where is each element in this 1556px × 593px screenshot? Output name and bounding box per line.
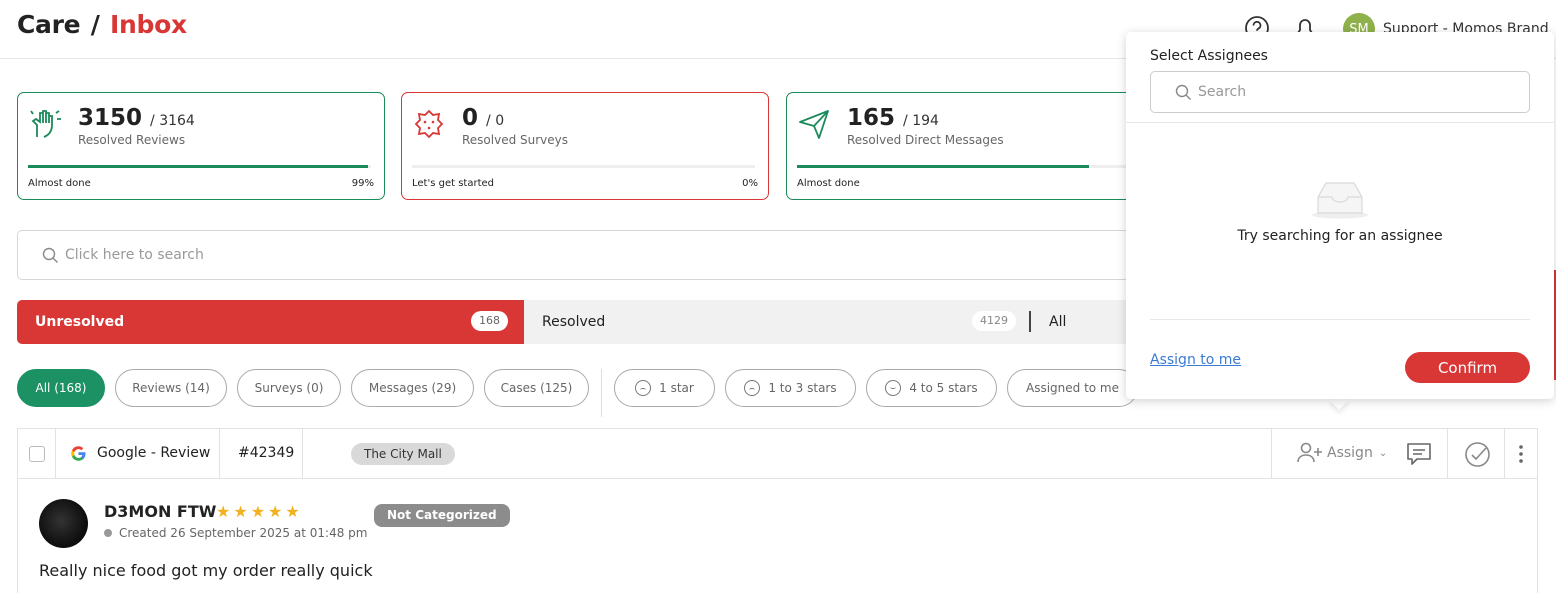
assignee-search-input[interactable]: Search — [1150, 71, 1530, 113]
card-percent: 0% — [742, 178, 758, 189]
select-assignees-popover: Select Assignees Search Try searching fo… — [1126, 32, 1554, 399]
breadcrumb: Care / Inbox — [17, 10, 187, 39]
happy-face-icon — [885, 380, 902, 396]
filter-reviews[interactable]: Reviews (14) — [115, 369, 227, 407]
resolved-reviews-total: / 3164 — [150, 113, 195, 129]
confirm-button[interactable]: Confirm — [1405, 352, 1530, 383]
filter-separator — [601, 369, 602, 417]
category-badge[interactable]: Not Categorized — [374, 504, 510, 527]
tab-resolved-label: Resolved — [542, 314, 606, 330]
cell-divider — [302, 429, 303, 478]
resolved-messages-total: / 194 — [903, 113, 939, 129]
divider — [1150, 319, 1530, 320]
assign-button[interactable]: Assign ⌄ — [1297, 442, 1387, 464]
filter-4-to-5-stars[interactable]: 4 to 5 stars — [866, 369, 997, 407]
breadcrumb-inbox: Inbox — [109, 10, 187, 39]
reviewer-avatar — [39, 499, 88, 548]
filter-1-to-3-stars[interactable]: 1 to 3 stars — [725, 369, 856, 407]
comment-icon[interactable] — [1406, 442, 1432, 466]
resolved-reviews-label: Resolved Reviews — [78, 133, 186, 147]
cell-divider — [1504, 429, 1505, 478]
card-resolved-messages[interactable]: 165 / 194 Resolved Direct Messages Almos… — [786, 92, 1154, 200]
progress-fill — [797, 165, 1089, 168]
progress-track — [412, 165, 755, 168]
filter-all[interactable]: All (168) — [17, 369, 105, 407]
card-percent: 99% — [351, 178, 374, 189]
created-date: Created 26 September 2025 at 01:48 pm — [104, 526, 367, 540]
more-options-icon[interactable] — [1517, 444, 1525, 464]
filter-1-to-3-stars-label: 1 to 3 stars — [768, 381, 837, 395]
assignee-search-placeholder: Search — [1198, 84, 1247, 100]
resolved-reviews-value: 3150 — [78, 105, 143, 131]
tab-resolved[interactable]: Resolved 4129 All — [524, 300, 1144, 344]
cell-divider — [1271, 429, 1272, 478]
card-status: Let's get started — [412, 178, 494, 189]
assign-label: Assign — [1327, 445, 1373, 461]
unresolved-count-badge: 168 — [471, 311, 508, 331]
filter-4-to-5-stars-label: 4 to 5 stars — [909, 381, 978, 395]
resolved-surveys-count: 0 / 0 — [462, 105, 504, 131]
progress-track — [797, 165, 1140, 168]
filter-messages[interactable]: Messages (29) — [351, 369, 474, 407]
breadcrumb-care[interactable]: Care — [17, 10, 81, 39]
filter-cases[interactable]: Cases (125) — [484, 369, 589, 407]
resolved-reviews-count: 3150 / 3164 — [78, 105, 195, 131]
cell-divider — [219, 429, 220, 478]
review-id[interactable]: #42349 — [238, 445, 294, 461]
review-row-header: Google - Review #42349 The City Mall Ass… — [17, 428, 1538, 479]
reviews-hand-icon — [30, 110, 61, 138]
tab-all[interactable]: All — [1049, 314, 1066, 330]
search-bar[interactable]: Click here to search — [17, 230, 1217, 280]
inbox-page: Care / Inbox SM Support - Momos Brand 31… — [0, 0, 1556, 593]
google-icon — [71, 446, 86, 461]
add-user-icon — [1297, 442, 1322, 463]
sad-face-icon — [744, 380, 761, 396]
survey-badge-icon — [414, 109, 444, 139]
sad-face-icon — [635, 380, 652, 396]
empty-inbox-icon — [1312, 182, 1368, 219]
card-status: Almost done — [797, 178, 860, 189]
review-body: D3MON FTW ★★★★★ Created 26 September 202… — [17, 478, 1538, 593]
divider — [1126, 122, 1554, 123]
cell-divider — [55, 429, 56, 478]
review-source: Google - Review — [97, 445, 211, 461]
cell-divider — [1447, 429, 1448, 478]
card-resolved-surveys[interactable]: 0 / 0 Resolved Surveys Let's get started… — [401, 92, 769, 200]
progress-fill — [28, 165, 368, 168]
rating-stars: ★★★★★ — [216, 502, 303, 521]
search-icon — [42, 247, 58, 263]
assign-to-me-link[interactable]: Assign to me — [1150, 352, 1241, 368]
tab-unresolved[interactable]: Unresolved 168 — [17, 300, 524, 344]
progress-track — [28, 165, 371, 168]
search-icon — [1175, 84, 1191, 100]
resolved-surveys-total: / 0 — [486, 113, 505, 129]
card-resolved-reviews[interactable]: 3150 / 3164 Resolved Reviews Almost done… — [17, 92, 385, 200]
resolved-count-badge: 4129 — [972, 311, 1016, 331]
empty-state-text: Try searching for an assignee — [1237, 228, 1443, 244]
resolved-messages-value: 165 — [847, 105, 896, 131]
send-icon — [799, 110, 829, 139]
clock-icon — [104, 529, 112, 537]
search-placeholder: Click here to search — [65, 247, 204, 263]
resolve-check-icon[interactable] — [1464, 441, 1491, 468]
breadcrumb-separator: / — [90, 10, 100, 39]
card-status: Almost done — [28, 178, 91, 189]
filter-surveys[interactable]: Surveys (0) — [237, 369, 341, 407]
review-text: Really nice food got my order really qui… — [39, 561, 373, 580]
resolved-surveys-label: Resolved Surveys — [462, 133, 569, 147]
resolved-messages-label: Resolved Direct Messages — [847, 133, 1004, 147]
row-checkbox[interactable] — [29, 446, 45, 462]
tab-unresolved-label: Unresolved — [35, 314, 125, 330]
reviewer-name: D3MON FTW — [104, 502, 217, 521]
filter-assigned-to-me[interactable]: Assigned to me — [1007, 369, 1138, 407]
chevron-down-icon: ⌄ — [1378, 447, 1388, 459]
location-tag: The City Mall — [351, 443, 455, 465]
created-text: Created 26 September 2025 at 01:48 pm — [119, 526, 368, 540]
resolved-messages-count: 165 / 194 — [847, 105, 939, 131]
popover-title: Select Assignees — [1150, 48, 1268, 64]
filter-1-star[interactable]: 1 star — [614, 369, 715, 407]
tab-divider — [1029, 311, 1031, 332]
filter-1-star-label: 1 star — [659, 381, 694, 395]
resolved-surveys-value: 0 — [462, 105, 479, 131]
